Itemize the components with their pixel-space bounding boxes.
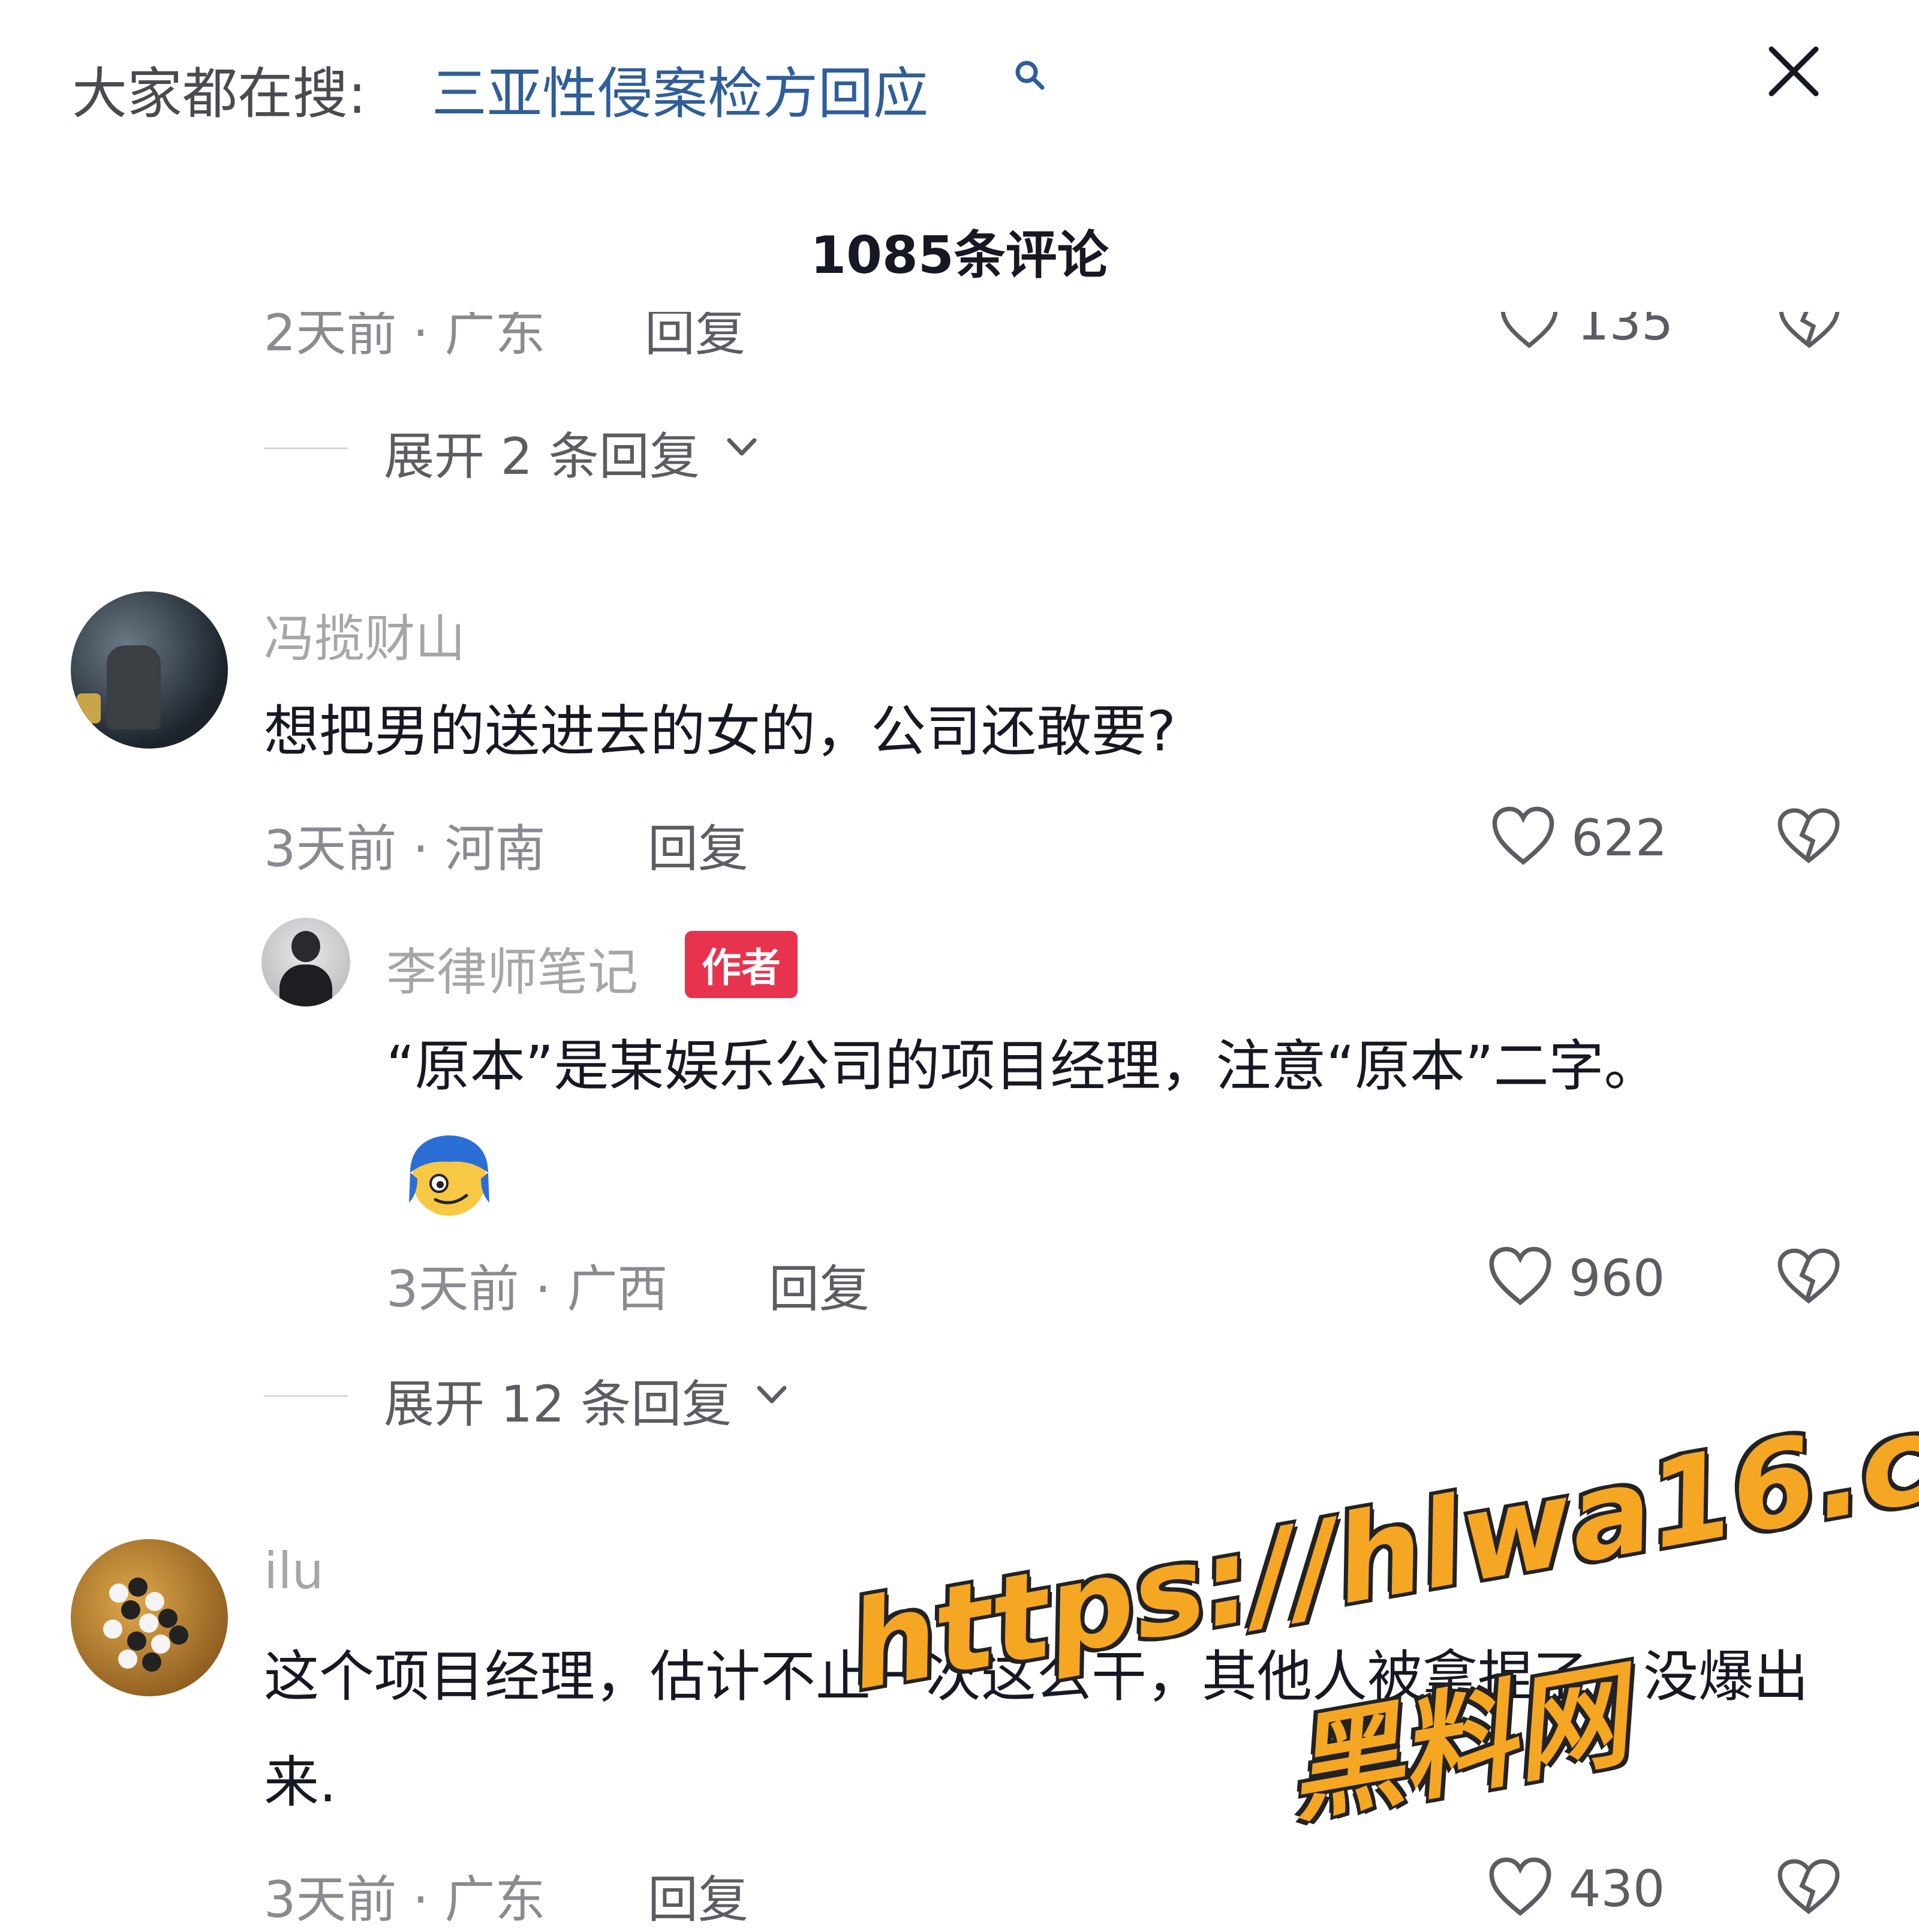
chevron-down-icon (757, 1386, 787, 1404)
heart-icon[interactable] (1487, 1856, 1553, 1918)
comment-meta: 2天前 · 广东 (264, 312, 546, 359)
author-badge: 作者 (685, 931, 798, 998)
dislike-icon[interactable] (1775, 805, 1842, 867)
heart-icon[interactable] (1491, 805, 1556, 867)
comment-username[interactable]: ilu (264, 1542, 324, 1600)
expand-divider (264, 1395, 348, 1397)
avatar[interactable] (71, 1539, 228, 1696)
reply-button[interactable]: 回复 (769, 1249, 870, 1321)
heart-icon[interactable] (1499, 312, 1559, 350)
like-count: 960 (1569, 1249, 1665, 1308)
close-icon[interactable] (1767, 44, 1821, 98)
search-icon[interactable] (1013, 59, 1047, 92)
expand-replies-button[interactable]: 展开 12 条回复 (384, 1364, 732, 1437)
like-count: 430 (1569, 1859, 1665, 1918)
search-prefix: 大家都在搜: (72, 62, 366, 126)
clipped-comment-meta-row: 2天前 · 广东 回复 135 (0, 312, 1919, 359)
heart-icon[interactable] (1487, 1245, 1553, 1308)
comment-meta: 3天前 · 河南 (264, 819, 546, 878)
reply-button[interactable]: 回复 (645, 312, 745, 359)
reply-button[interactable]: 回复 (648, 809, 748, 881)
search-suggestion-link[interactable]: 三亚性侵案检方回应 (432, 49, 928, 129)
emoji-icon (404, 1131, 494, 1221)
dislike-icon[interactable] (1776, 312, 1842, 350)
reply-meta: 3天前 · 广西 (386, 1260, 668, 1318)
like-count: 622 (1571, 809, 1668, 867)
comment-meta: 3天前 · 广东 (264, 1870, 546, 1929)
comment-count-title: 1085条评论 (810, 226, 1109, 286)
comment-text: 想把男的送进去的女的，公司还敢要? (264, 699, 1176, 764)
like-count: 135 (1577, 312, 1674, 351)
avatar[interactable] (71, 591, 228, 749)
expand-replies-button[interactable]: 展开 2 条回复 (384, 416, 700, 489)
expand-divider (264, 447, 348, 449)
avatar[interactable] (261, 918, 350, 1006)
comment-username[interactable]: 冯揽财山 (264, 599, 465, 671)
reply-text: “原本”是某娱乐公司的项目经理，注意“原本”二字。 (386, 1014, 1783, 1225)
dislike-icon[interactable] (1775, 1245, 1842, 1308)
reply-button[interactable]: 回复 (648, 1859, 748, 1932)
reply-username[interactable]: 李律师笔记 (386, 932, 638, 1005)
dislike-icon[interactable] (1775, 1856, 1842, 1918)
chevron-down-icon (727, 438, 757, 456)
